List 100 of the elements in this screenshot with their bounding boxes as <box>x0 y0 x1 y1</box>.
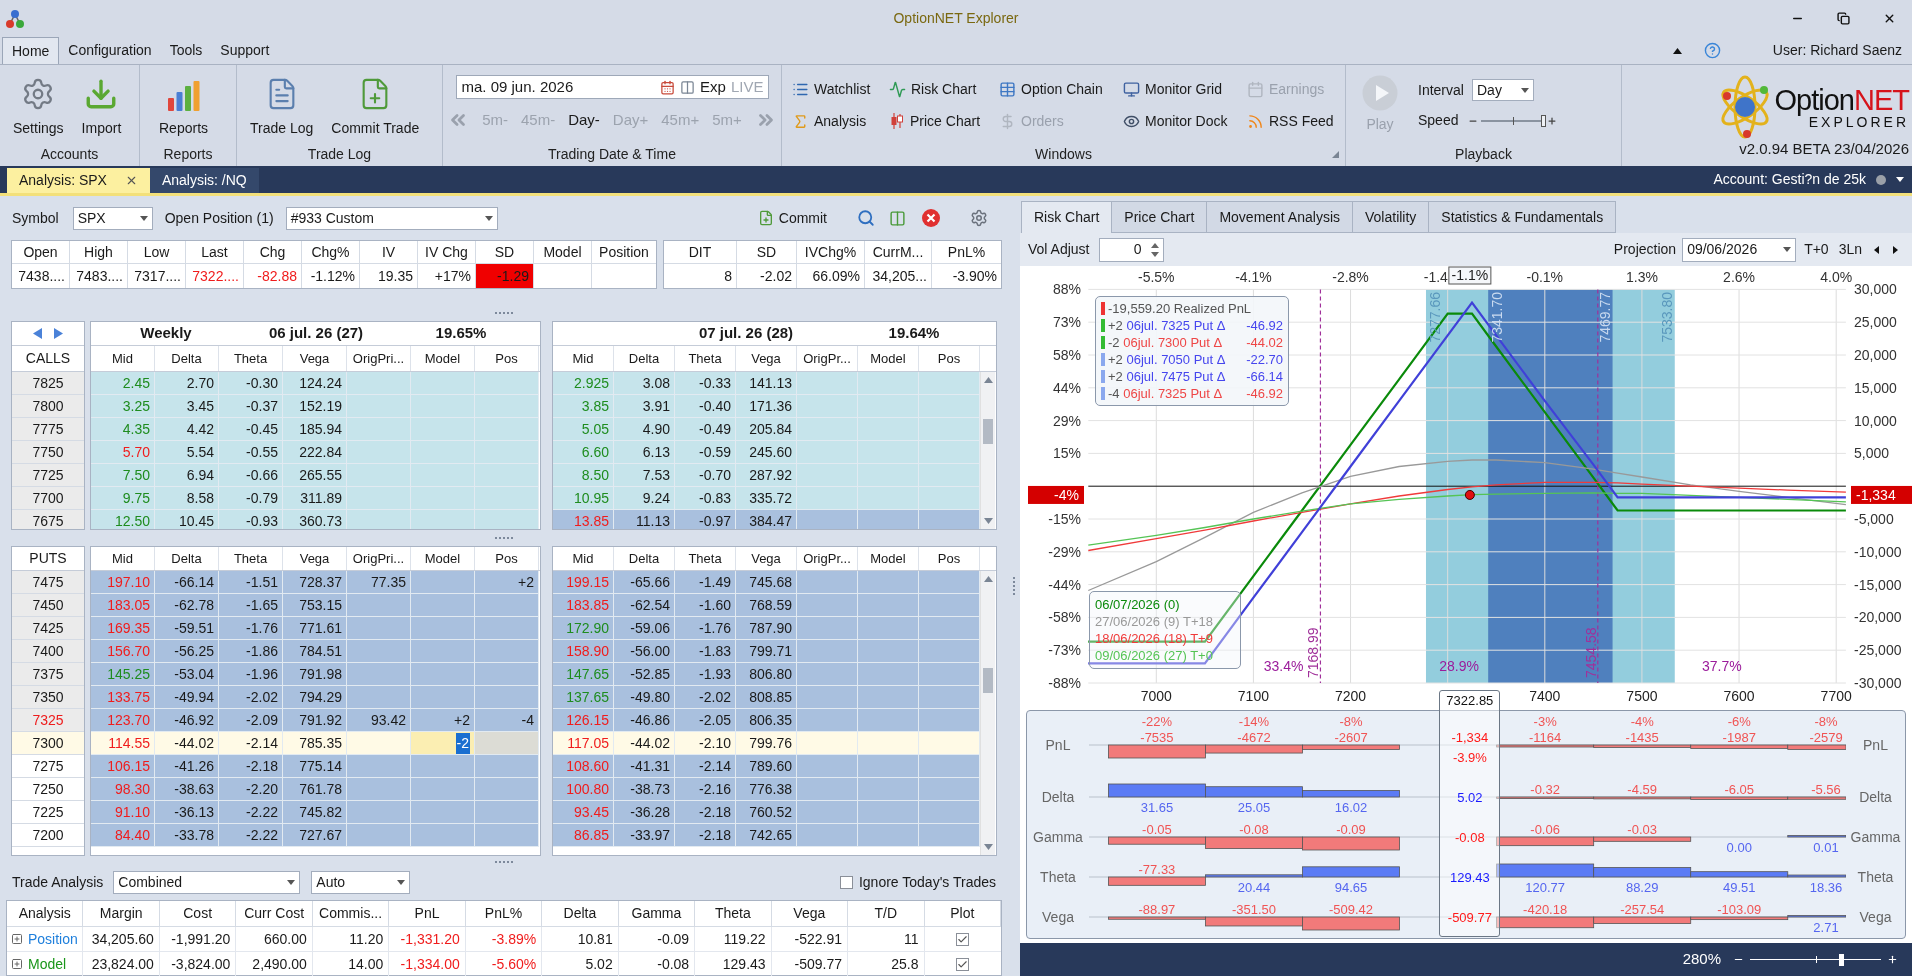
calendar-icon[interactable] <box>660 79 676 95</box>
option-row[interactable]: 137.65 -49.80 -2.02 808.85 <box>553 686 980 709</box>
window-menu-item[interactable]: Option Chain <box>999 78 1123 100</box>
option-row[interactable]: 4.35 4.42 -0.45 185.94 <box>91 418 539 441</box>
option-row[interactable]: 91.10 -36.13 -2.22 745.82 <box>91 801 539 824</box>
dialog-launcher-icon[interactable] <box>1332 150 1339 158</box>
option-row[interactable]: 147.65 -52.85 -1.93 806.80 <box>553 663 980 686</box>
option-row[interactable]: 84.40 -33.78 -2.22 727.67 <box>91 824 539 847</box>
analysis-mode-dropdown[interactable]: Combined <box>113 870 301 894</box>
menu-tab[interactable]: Support <box>211 37 279 64</box>
option-row[interactable]: 5.70 5.54 -0.55 222.84 <box>91 441 539 464</box>
columns-toggle-icon[interactable] <box>680 79 696 95</box>
slider-thumb[interactable] <box>1541 114 1546 127</box>
option-row[interactable]: 100.80 -38.73 -2.16 776.38 <box>553 778 980 801</box>
menu-tab[interactable]: Tools <box>160 37 212 64</box>
help-icon[interactable] <box>1703 42 1721 59</box>
plot-checkbox[interactable] <box>956 932 970 946</box>
scroll-up-icon[interactable] <box>983 377 993 383</box>
x-circle-icon[interactable] <box>922 209 940 227</box>
next-expiry-icon[interactable] <box>54 328 63 339</box>
spinner-arrows-icon[interactable] <box>1150 242 1159 257</box>
option-row[interactable]: 86.85 -33.97 -2.18 742.65 <box>553 824 980 847</box>
ribbon-button[interactable]: Import <box>74 65 129 142</box>
collapse-ribbon-icon[interactable] <box>1672 47 1682 54</box>
document-tab[interactable]: Analysis: SPX <box>7 168 150 193</box>
menu-tab[interactable]: Configuration <box>59 37 161 64</box>
ribbon-button[interactable]: Reports <box>152 65 216 142</box>
option-row[interactable]: 169.35 -59.51 -1.76 771.61 <box>91 617 539 640</box>
scroll-down-icon[interactable] <box>983 844 993 850</box>
analysis-row-name[interactable]: Model <box>28 953 67 975</box>
window-menu-item[interactable]: Price Chart <box>889 110 999 132</box>
window-menu-item[interactable]: RSS Feed <box>1247 110 1334 132</box>
chart-tab[interactable]: Statistics & Fundamentals <box>1428 201 1617 233</box>
faster-icon[interactable] <box>1547 115 1557 126</box>
option-row[interactable]: 117.05 -44.02 -2.10 799.76 <box>553 732 980 755</box>
slider-thumb[interactable] <box>1839 953 1845 966</box>
plot-checkbox[interactable] <box>956 957 970 971</box>
option-row[interactable]: 3.85 3.91 -0.40 171.36 <box>553 395 980 418</box>
option-row[interactable]: 3.25 3.45 -0.37 152.19 <box>91 395 539 418</box>
option-row[interactable]: 93.45 -36.28 -2.18 760.52 <box>553 801 980 824</box>
position-dropdown[interactable]: #933 Custom <box>285 206 498 230</box>
option-row[interactable]: 98.30 -38.63 -2.20 761.78 <box>91 778 539 801</box>
option-row[interactable]: 2.45 2.70 -0.30 124.24 <box>91 372 539 395</box>
option-row[interactable]: 5.05 4.90 -0.49 205.84 <box>553 418 980 441</box>
option-row[interactable]: 133.75 -49.94 -2.02 794.29 <box>91 686 539 709</box>
time-step-button[interactable]: Day- <box>568 108 600 132</box>
option-row[interactable]: 106.15 -41.26 -2.18 775.14 <box>91 755 539 778</box>
window-menu-item[interactable]: Watchlist <box>792 78 889 100</box>
projection-date-dropdown[interactable]: 09/06/2026 <box>1682 237 1797 262</box>
scrollbar[interactable] <box>980 372 995 529</box>
option-row[interactable]: 199.15 -65.66 -1.49 745.68 <box>553 571 980 594</box>
option-row[interactable]: 10.95 9.24 -0.83 335.72 <box>553 487 980 510</box>
option-row[interactable]: 123.70 -46.92 -2.09 791.92 93.42 +2 -4 <box>91 709 539 732</box>
vol-adjust-spinner[interactable]: 0 <box>1098 237 1164 262</box>
option-row[interactable]: 7.50 6.94 -0.66 265.55 <box>91 464 539 487</box>
window-menu-item[interactable]: Monitor Grid <box>1123 78 1247 100</box>
splitter-grip-icon[interactable] <box>494 860 514 864</box>
ribbon-button[interactable]: Commit Trade <box>324 65 427 142</box>
scroll-up-icon[interactable] <box>983 576 993 582</box>
option-row[interactable]: 6.60 6.13 -0.59 245.60 <box>553 441 980 464</box>
previous-arrow-icon[interactable] <box>1874 245 1879 254</box>
expand-icon[interactable] <box>11 958 23 970</box>
option-row[interactable]: 158.90 -56.00 -1.83 799.71 <box>553 640 980 663</box>
option-row[interactable]: 2.925 3.08 -0.33 141.13 <box>553 372 980 395</box>
ignore-trades-checkbox[interactable] <box>839 875 853 889</box>
previous-expiry-icon[interactable] <box>33 328 42 339</box>
window-menu-item[interactable]: Risk Chart <box>889 78 999 100</box>
symbol-dropdown[interactable]: SPX <box>72 206 153 230</box>
settings-icon[interactable] <box>970 209 988 227</box>
chart-tab[interactable]: Risk Chart <box>1021 201 1113 233</box>
search-icon[interactable] <box>857 209 875 227</box>
option-row[interactable]: 108.60 -41.31 -2.14 789.60 <box>553 755 980 778</box>
option-row[interactable]: 9.75 8.58 -0.79 311.89 <box>91 487 539 510</box>
columns-icon[interactable] <box>889 209 906 227</box>
next-arrow-icon[interactable] <box>1893 245 1898 254</box>
scroll-down-icon[interactable] <box>983 518 993 524</box>
option-row[interactable]: 126.15 -46.86 -2.05 806.35 <box>553 709 980 732</box>
option-row[interactable]: 12.50 10.45 -0.93 360.73 <box>91 510 539 529</box>
zoom-slider[interactable] <box>1750 953 1881 966</box>
option-row[interactable]: 8.50 7.53 -0.70 287.92 <box>553 464 980 487</box>
ribbon-button[interactable]: Settings <box>6 65 71 142</box>
chart-tab[interactable]: Volatility <box>1352 201 1430 233</box>
scrollbar-thumb[interactable] <box>983 668 993 693</box>
option-row[interactable]: 156.70 -56.25 -1.86 784.51 <box>91 640 539 663</box>
chart-tab[interactable]: Movement Analysis <box>1206 201 1353 233</box>
window-menu-item[interactable]: Monitor Dock <box>1123 110 1247 132</box>
model-edit-field[interactable]: -2 <box>411 732 475 754</box>
option-row[interactable]: 13.85 11.13 -0.97 384.47 <box>553 510 980 529</box>
dropdown-arrow-icon[interactable] <box>1896 177 1904 182</box>
scrollbar-thumb[interactable] <box>983 419 993 444</box>
option-row[interactable]: 145.25 -53.04 -1.96 791.98 <box>91 663 539 686</box>
expand-icon[interactable] <box>11 933 23 945</box>
splitter-grip-icon[interactable] <box>494 536 514 540</box>
speed-slider[interactable] <box>1481 114 1544 127</box>
document-tab[interactable]: Analysis: /NQ <box>149 168 259 193</box>
option-row[interactable]: 183.85 -62.54 -1.60 768.59 <box>553 594 980 617</box>
option-row[interactable]: 183.05 -62.78 -1.65 753.15 <box>91 594 539 617</box>
commit-button[interactable]: Commit <box>757 207 827 229</box>
splitter-grip-icon[interactable] <box>494 311 514 315</box>
option-row[interactable]: 197.10 -66.14 -1.51 728.37 77.35 +2 <box>91 571 539 594</box>
